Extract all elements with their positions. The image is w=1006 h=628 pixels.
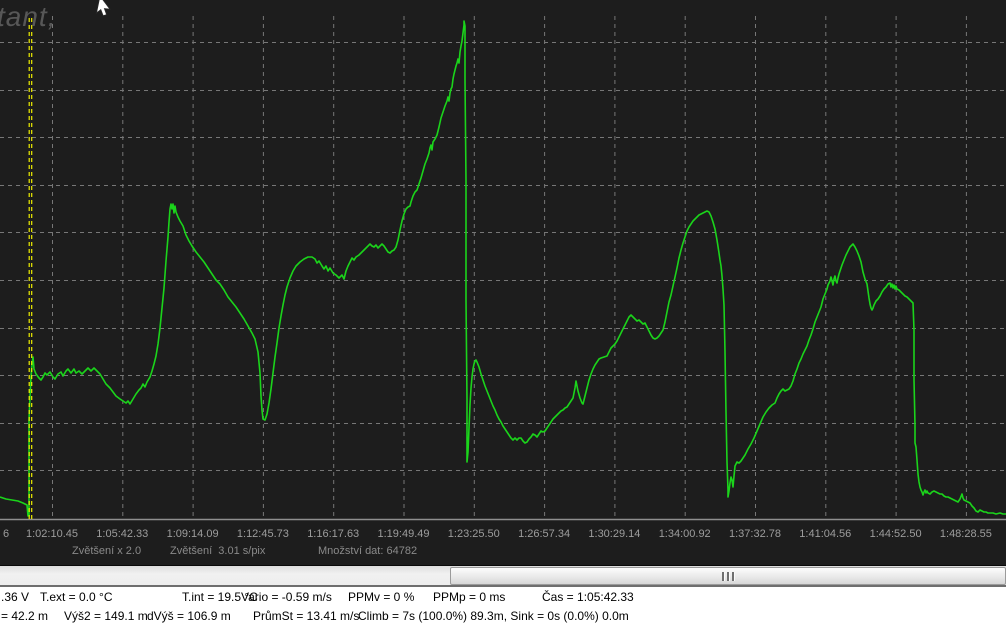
- altitude-chart-plot[interactable]: tant,: [0, 0, 1006, 565]
- status-item: Zvětšení x 2.0: [72, 545, 141, 557]
- time-tick-label: 1:12:45.73: [223, 528, 303, 540]
- telemetry-value: Čas = 1:05:42.33: [542, 590, 634, 604]
- time-tick-label: 1:37:32.78: [715, 528, 795, 540]
- horizontal-scrollbar[interactable]: [0, 565, 1006, 586]
- telemetry-readout-panel: .36 VT.ext = 0.0 °CT.int = 19.5 °CVario …: [0, 587, 1006, 628]
- time-tick-label: 1:23:25.50: [434, 528, 514, 540]
- time-tick-label: 1:34:00.92: [645, 528, 725, 540]
- time-tick-label: 1:48:28.55: [926, 528, 1006, 540]
- scrollbar-grip-icon: [722, 572, 735, 581]
- telemetry-value: PPMv = 0 %: [348, 590, 414, 604]
- telemetry-value: .36 V: [1, 590, 29, 604]
- telemetry-value: Climb = 7s (100.0%) 89.3m, Sink = 0s (0.…: [358, 609, 629, 623]
- status-item: Zvětšení 3.01 s/pix: [170, 545, 265, 557]
- telemetry-value: Výš2 = 149.1 m: [64, 609, 148, 623]
- time-tick-label: 1:26:57.34: [504, 528, 584, 540]
- time-tick-label: 1:09:14.09: [153, 528, 233, 540]
- telemetry-value: dVýš = 106.9 m: [147, 609, 231, 623]
- status-item: Množství dat: 64782: [318, 545, 417, 557]
- scrollbar-thumb[interactable]: [450, 567, 1006, 585]
- telemetry-value: Vario = -0.59 m/s: [241, 590, 332, 604]
- telemetry-viewer-window: tant, 61:02:10.451:05:42.331:09:14.091:1…: [0, 0, 1006, 628]
- telemetry-value: = 42.2 m: [1, 609, 48, 623]
- watermark-text: tant,: [0, 1, 56, 33]
- time-tick-label: 1:30:29.14: [574, 528, 654, 540]
- telemetry-value: PPMp = 0 ms: [433, 590, 505, 604]
- time-axis: 61:02:10.451:05:42.331:09:14.091:12:45.7…: [0, 528, 1006, 542]
- time-tick-label: 1:05:42.33: [82, 528, 162, 540]
- time-tick-label: 1:44:52.50: [856, 528, 936, 540]
- telemetry-value: PrůmSt = 13.41 m/s: [253, 609, 359, 623]
- time-tick-label: 1:19:49.49: [364, 528, 444, 540]
- time-tick-label: 1:16:17.63: [293, 528, 373, 540]
- telemetry-value: T.ext = 0.0 °C: [40, 590, 113, 604]
- chart-canvas[interactable]: [0, 0, 1006, 565]
- time-tick-label: 1:41:04.56: [785, 528, 865, 540]
- altitude-trace-line: [0, 21, 1006, 516]
- status-bar: Zvětšení x 2.0 Zvětšení 3.01 s/pix Množstv…: [0, 545, 1006, 560]
- time-tick-label: 1:02:10.45: [12, 528, 92, 540]
- time-tick-label-partial: 6: [3, 528, 9, 540]
